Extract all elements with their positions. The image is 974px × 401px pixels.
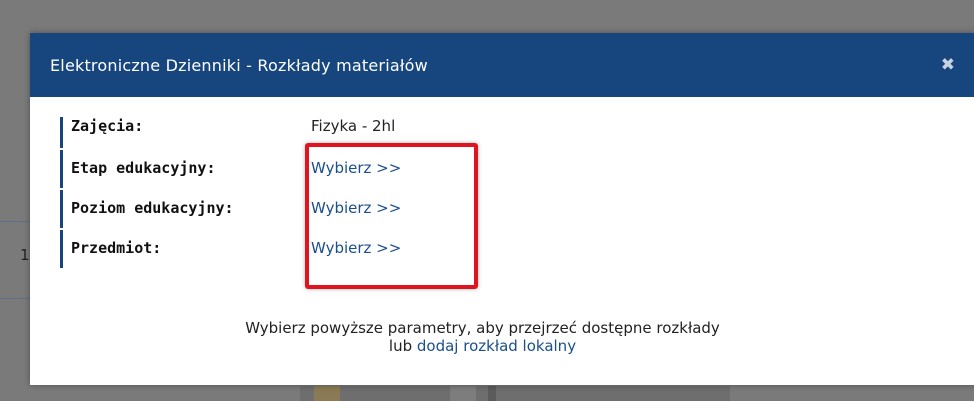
row-accent-bar bbox=[60, 150, 63, 188]
schedule-dialog: Elektroniczne Dzienniki - Rozkłady mater… bbox=[30, 33, 974, 385]
dialog-footer: Wybierz powyższe parametry, aby przejrze… bbox=[30, 319, 935, 355]
footer-instruction: Wybierz powyższe parametry, aby przejrze… bbox=[245, 319, 720, 337]
background-image-fragment bbox=[300, 386, 730, 401]
footer-lub: lub bbox=[388, 337, 417, 355]
add-local-schedule-link[interactable]: dodaj rozkład lokalny bbox=[417, 337, 576, 355]
dialog-header: Elektroniczne Dzienniki - Rozkłady mater… bbox=[30, 33, 974, 97]
row-accent-bar bbox=[60, 230, 63, 268]
footer-second-line: lub dodaj rozkład lokalny bbox=[30, 337, 935, 355]
row-accent-bar bbox=[60, 117, 63, 148]
field-label-zajecia: Zajęcia: bbox=[71, 117, 144, 135]
field-value-zajecia: Fizyka - 2hl bbox=[311, 117, 396, 135]
field-label-przedmiot: Przedmiot: bbox=[71, 239, 162, 257]
annotation-highlight-box bbox=[305, 143, 478, 289]
field-label-etap: Etap edukacyjny: bbox=[71, 159, 216, 177]
background-divider-top bbox=[0, 221, 30, 222]
row-accent-bar bbox=[60, 190, 63, 228]
field-label-poziom: Poziom edukacyjny: bbox=[71, 199, 234, 217]
dialog-title: Elektroniczne Dzienniki - Rozkłady mater… bbox=[50, 55, 428, 75]
background-row-number: 1 bbox=[20, 246, 30, 264]
close-icon[interactable]: ✖ bbox=[941, 55, 955, 75]
background-divider-bottom bbox=[0, 298, 30, 299]
